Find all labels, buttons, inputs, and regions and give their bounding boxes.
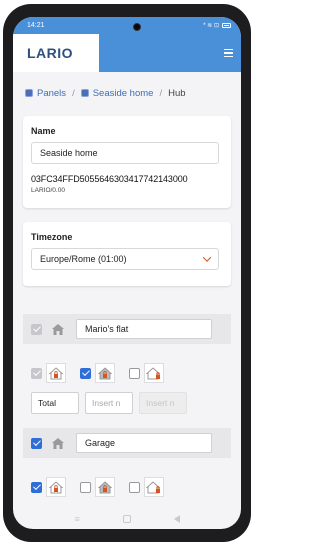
group-header-garage: Garage (23, 428, 231, 458)
mode-perimeter[interactable] (129, 477, 164, 497)
hub-version: LARIO/0.00 (31, 187, 65, 194)
mode-checkbox[interactable] (80, 367, 91, 379)
recent-apps-icon[interactable]: ≡ (74, 514, 79, 524)
breadcrumb-seaside-home[interactable]: Seaside home (93, 88, 154, 99)
mode-perimeter-input[interactable]: Insert n (139, 392, 187, 414)
status-icons: * ≋ ⊡ (203, 22, 231, 29)
mode-partial[interactable] (80, 363, 115, 383)
breadcrumb-hub: Hub (168, 87, 186, 99)
status-bar: 14:21 * ≋ ⊡ (13, 17, 241, 34)
timezone-select[interactable]: Europe/Rome (01:00) (31, 248, 219, 270)
timezone-value: Europe/Rome (01:00) (40, 254, 127, 264)
house-outline-lock-icon (144, 477, 164, 497)
home-icon (48, 433, 68, 453)
house-filled-lock-icon (95, 363, 115, 383)
house-outline-lock-icon (144, 363, 164, 383)
group-name-input[interactable]: Garage (76, 433, 212, 453)
name-label: Name (31, 126, 56, 136)
header-bar (99, 34, 241, 72)
mode-total[interactable] (31, 363, 66, 383)
phone-frame: 14:21 * ≋ ⊡ LARIO Panels / Seaside home … (3, 4, 251, 542)
back-icon[interactable] (173, 515, 180, 523)
mode-inputs-row: Total Insert n Insert n (31, 392, 231, 414)
breadcrumb-panels[interactable]: Panels (37, 88, 66, 99)
group-checkbox[interactable] (31, 437, 42, 449)
name-input[interactable]: Seaside home (31, 142, 219, 164)
panel-icon (25, 89, 33, 97)
mode-total-input[interactable]: Total (31, 392, 79, 414)
group-name-input[interactable]: Mario's flat (76, 319, 212, 339)
name-card: Name Seaside home 03FC34FFD5055646303417… (23, 116, 231, 208)
chevron-down-icon (202, 253, 212, 262)
mode-row (31, 476, 231, 498)
mode-row (31, 362, 231, 384)
logo-container[interactable]: LARIO (13, 34, 99, 72)
app-screen: 14:21 * ≋ ⊡ LARIO Panels / Seaside home … (13, 17, 241, 529)
battery-icon (222, 23, 231, 28)
house-lock-icon (46, 363, 66, 383)
camera-notch (133, 23, 141, 31)
hamburger-menu-icon[interactable] (224, 48, 233, 58)
breadcrumb: Panels / Seaside home / Hub (25, 85, 235, 101)
mode-checkbox[interactable] (80, 481, 91, 493)
home-button-icon[interactable] (122, 515, 131, 523)
mode-perimeter[interactable] (129, 363, 164, 383)
app-header: LARIO (13, 34, 241, 72)
mode-partial[interactable] (80, 477, 115, 497)
panel-icon (80, 89, 89, 97)
mode-checkbox[interactable] (129, 481, 140, 493)
group-header-marios-flat: Mario's flat (23, 314, 231, 344)
hub-id: 03FC34FFD5055646303417742143000 (31, 174, 188, 184)
group-checkbox[interactable] (31, 323, 42, 335)
mode-checkbox[interactable] (31, 367, 42, 379)
timezone-card: Timezone Europe/Rome (01:00) (23, 222, 231, 286)
status-time: 14:21 (27, 22, 45, 29)
android-nav-bar: ≡ (13, 509, 241, 529)
mode-partial-input[interactable]: Insert n (85, 392, 133, 414)
mode-checkbox[interactable] (129, 367, 140, 379)
breadcrumb-separator: / (159, 87, 163, 99)
mode-checkbox[interactable] (31, 481, 42, 493)
mode-total[interactable] (31, 477, 66, 497)
breadcrumb-separator: / (72, 87, 75, 99)
house-filled-lock-icon (95, 477, 115, 497)
timezone-label: Timezone (31, 232, 73, 242)
app-logo[interactable]: LARIO (27, 45, 73, 61)
home-icon (48, 319, 68, 339)
status-symbols: * ≋ ⊡ (203, 23, 219, 29)
house-lock-icon (46, 477, 66, 497)
